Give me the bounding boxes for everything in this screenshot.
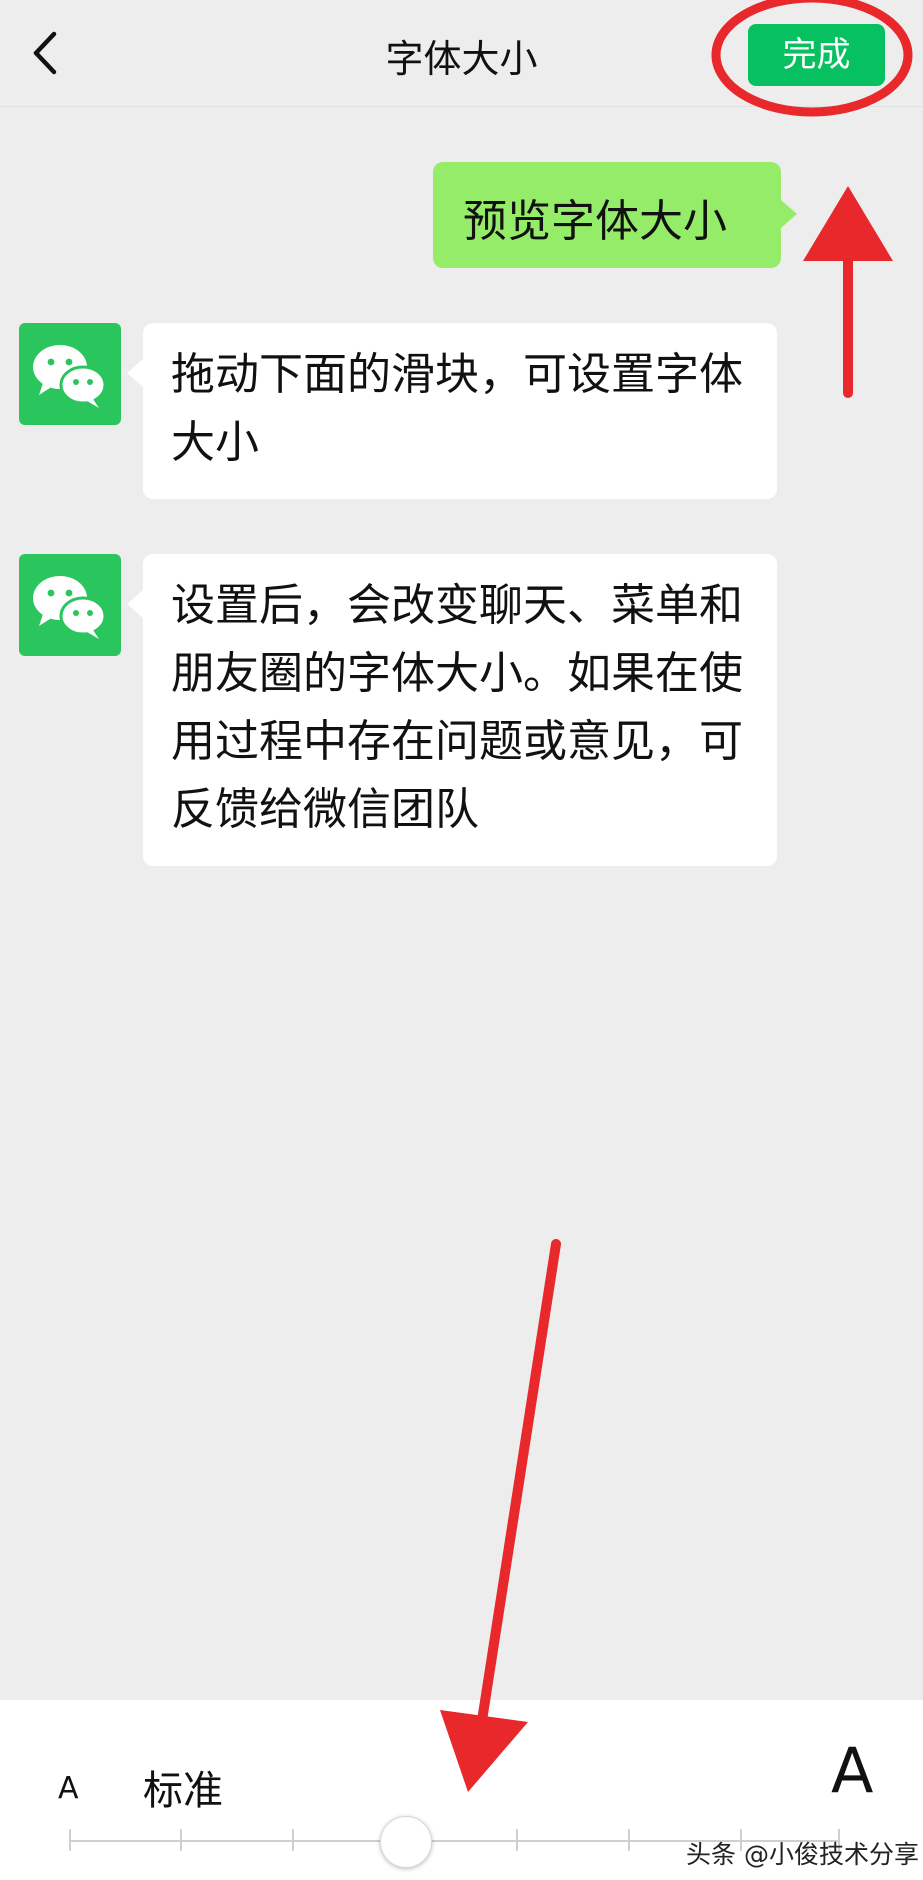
preview-bubble-text: 预览字体大小	[463, 196, 727, 247]
current-size-label: 标准	[143, 1768, 223, 1814]
message-bubble: 设置后，会改变聊天、菜单和朋友圈的字体大小。如果在使用过程中存在问题或意见，可反…	[127, 554, 777, 866]
avatar	[19, 323, 121, 425]
slider-handle[interactable]	[380, 1816, 432, 1868]
message-text: 设置后，会改变聊天、菜单和朋友圈的字体大小。如果在使用过程中存在问题或意见，可反…	[171, 580, 743, 835]
chat-preview-area: 预览字体大小 拖动下面的滑块，可设置字体大小 设置后，会改变聊天、菜单和朋友圈的…	[0, 106, 923, 1700]
message-text: 拖动下面的滑块，可设置字体大小	[171, 349, 743, 468]
slider-tick	[628, 1829, 630, 1851]
wechat-logo-icon	[33, 345, 107, 408]
slider-tick	[69, 1829, 71, 1851]
avatar	[19, 554, 121, 656]
preview-bubble: 预览字体大小	[433, 162, 797, 268]
small-font-label: A	[58, 1771, 79, 1806]
slider-tick	[516, 1829, 518, 1851]
slider-tick	[292, 1829, 294, 1851]
large-font-label: A	[831, 1734, 874, 1807]
watermark: 头条 @小俊技术分享	[686, 1840, 919, 1869]
message-bubble: 拖动下面的滑块，可设置字体大小	[127, 323, 777, 499]
done-button[interactable]: 完成	[748, 24, 885, 86]
slider-tick	[180, 1829, 182, 1851]
top-bar: 字体大小 完成	[0, 0, 923, 107]
wechat-logo-icon	[33, 576, 107, 639]
